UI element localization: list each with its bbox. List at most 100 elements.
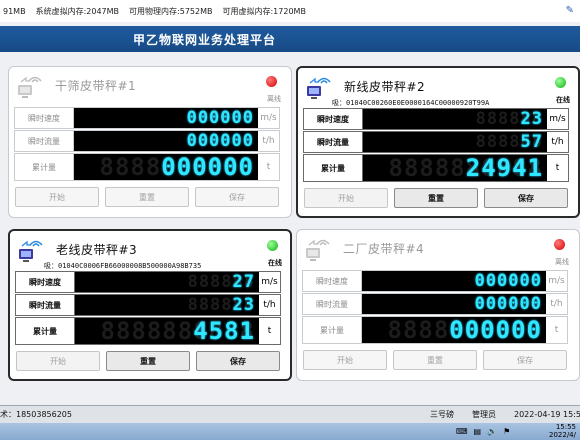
reading-unit: m/s [261, 277, 278, 287]
network-icon[interactable]: ▤ [474, 427, 482, 436]
start-button[interactable]: 开始 [15, 187, 99, 207]
display-value: 24941 [465, 155, 543, 181]
panel-header: 二厂皮带秤#4 离线 [303, 234, 573, 272]
reading-unit: t/h [550, 299, 563, 309]
start-button[interactable]: 开始 [304, 188, 388, 208]
reset-button[interactable]: 重置 [393, 350, 477, 370]
status-text: 在线 [556, 96, 570, 104]
digital-display: 888888 23 [363, 109, 547, 129]
station-name: 三号磅 [430, 410, 454, 419]
scale-panel-4: 二厂皮带秤#4 离线 瞬时速度 888888 000000 m/s 瞬时流量 8… [296, 229, 580, 381]
save-button[interactable]: 保存 [195, 187, 279, 207]
system-info-item: 可用虚拟内存:1720MB [222, 6, 306, 16]
panel-buttons: 开始 重置 保存 [303, 350, 569, 372]
app-title: 甲乙物联网业务处理平台 [133, 32, 277, 47]
display-value: 000000 [474, 271, 542, 291]
readings: 瞬时速度 888888 27 m/s 瞬时流量 888888 23 t/h 累计… [15, 271, 281, 346]
panel-title: 新线皮带秤#2 [344, 80, 426, 94]
volume-icon[interactable]: 🔈 [487, 427, 497, 436]
reading-unit: t [555, 163, 560, 173]
save-button[interactable]: 保存 [196, 351, 280, 371]
app-title-bar: 甲乙物联网业务处理平台 [0, 26, 580, 52]
reading-unit: t/h [262, 136, 275, 146]
panel-buttons: 开始 重置 保存 [304, 188, 570, 210]
reset-button[interactable]: 重置 [105, 187, 189, 207]
taskbar-time: 15:55 [555, 423, 576, 431]
save-button[interactable]: 保存 [483, 350, 567, 370]
digital-display: 888888 57 [363, 132, 547, 152]
display-value: 000000 [186, 108, 254, 128]
taskbar-date: 2022/4/ [549, 431, 576, 439]
digital-display: 888888 000000 [362, 271, 546, 291]
status-text: 离线 [267, 95, 281, 103]
device-id: 吸：01040C00260E0E0000164C00000920T99A [332, 99, 490, 107]
panel-header: 干筛皮带秤#1 离线 [15, 71, 285, 109]
system-info-item: 系统虚拟内存:2047MB [35, 6, 120, 16]
system-info-item: 91MB [3, 6, 26, 16]
reading-row: 瞬时速度 888888 000000 m/s [14, 107, 280, 129]
reading-unit: t [267, 326, 272, 336]
pin-icon[interactable]: ✎ [566, 5, 574, 16]
network-device-icon [307, 77, 331, 99]
system-info-item: 可用物理内存:5752MB [129, 6, 213, 16]
status-text: 离线 [555, 258, 569, 266]
reading-row: 瞬时速度 888888 000000 m/s [302, 270, 568, 292]
panel-header: 新线皮带秤#2 在线 吸：01040C00260E0E0000164C00000… [304, 72, 574, 110]
reading-unit: t [554, 325, 559, 335]
reading-label: 累计量 [304, 155, 363, 181]
reading-label: 累计量 [303, 317, 362, 343]
reading-label: 瞬时流量 [15, 131, 74, 151]
system-tray: ⌨ ▤ 🔈 ⚑ [456, 427, 510, 436]
panel-buttons: 开始 重置 保存 [15, 187, 281, 209]
reading-row: 累计量 8888888888 000000 t [302, 316, 568, 344]
flag-icon[interactable]: ⚑ [503, 427, 510, 436]
display-value: 4581 [193, 318, 255, 344]
reading-unit: t [266, 162, 271, 172]
network-device-icon [306, 239, 330, 261]
os-taskbar: ⌨ ▤ 🔈 ⚑ 15:55 2022/4/ [0, 423, 580, 440]
save-button[interactable]: 保存 [484, 188, 568, 208]
reading-row: 瞬时流量 888888 57 t/h [303, 131, 569, 153]
panel-header: 老线皮带秤#3 在线 吸：01040C0006FB66000008B500000… [16, 235, 286, 273]
status-led-icon [555, 77, 566, 88]
digital-display: 888888 000000 [362, 294, 546, 314]
reading-label: 瞬时速度 [16, 272, 75, 292]
reset-button[interactable]: 重置 [394, 188, 478, 208]
reading-unit: m/s [260, 113, 277, 123]
reading-label: 累计量 [15, 154, 74, 180]
reading-unit: m/s [549, 114, 566, 124]
panel-buttons: 开始 重置 保存 [16, 351, 282, 373]
reading-unit: m/s [548, 276, 565, 286]
reading-label: 瞬时流量 [16, 295, 75, 315]
system-info-bar: 91MB 系统虚拟内存:2047MB 可用物理内存:5752MB 可用虚拟内存:… [0, 0, 580, 22]
digital-display: 888888 000000 [74, 108, 258, 128]
display-value: 23 [232, 295, 255, 315]
display-value: 27 [232, 272, 255, 292]
panel-title: 二厂皮带秤#4 [343, 242, 425, 256]
keyboard-icon[interactable]: ⌨ [456, 427, 468, 436]
status-text: 在线 [268, 259, 282, 267]
digital-display: 888888 27 [75, 272, 259, 292]
readings: 瞬时速度 888888 000000 m/s 瞬时流量 888888 00000… [302, 270, 568, 345]
digital-display: 8888888888 000000 [362, 317, 546, 343]
readings: 瞬时速度 888888 000000 m/s 瞬时流量 888888 00000… [14, 107, 280, 182]
reading-row: 瞬时速度 888888 27 m/s [15, 271, 281, 293]
network-device-icon [19, 240, 43, 262]
display-value: 000000 [161, 154, 254, 180]
current-datetime: 2022-04-19 15:55 [514, 410, 580, 419]
reading-label: 瞬时流量 [303, 294, 362, 314]
reading-label: 瞬时速度 [15, 108, 74, 128]
reading-label: 瞬时速度 [303, 271, 362, 291]
digital-display: 8888888888 4581 [75, 318, 259, 344]
device-id: 吸：01040C0006FB66000008B500000A98B735 [44, 262, 202, 270]
network-device-icon [18, 76, 42, 98]
reading-unit: t/h [551, 137, 564, 147]
start-button[interactable]: 开始 [16, 351, 100, 371]
start-button[interactable]: 开始 [303, 350, 387, 370]
taskbar-clock[interactable]: 15:55 2022/4/ [549, 423, 576, 439]
reset-button[interactable]: 重置 [106, 351, 190, 371]
display-value: 23 [520, 109, 543, 129]
scale-panel-1: 干筛皮带秤#1 离线 瞬时速度 888888 000000 m/s 瞬时流量 8… [8, 66, 292, 218]
digital-display: 8888888888 000000 [74, 154, 258, 180]
panel-title: 老线皮带秤#3 [56, 243, 138, 257]
